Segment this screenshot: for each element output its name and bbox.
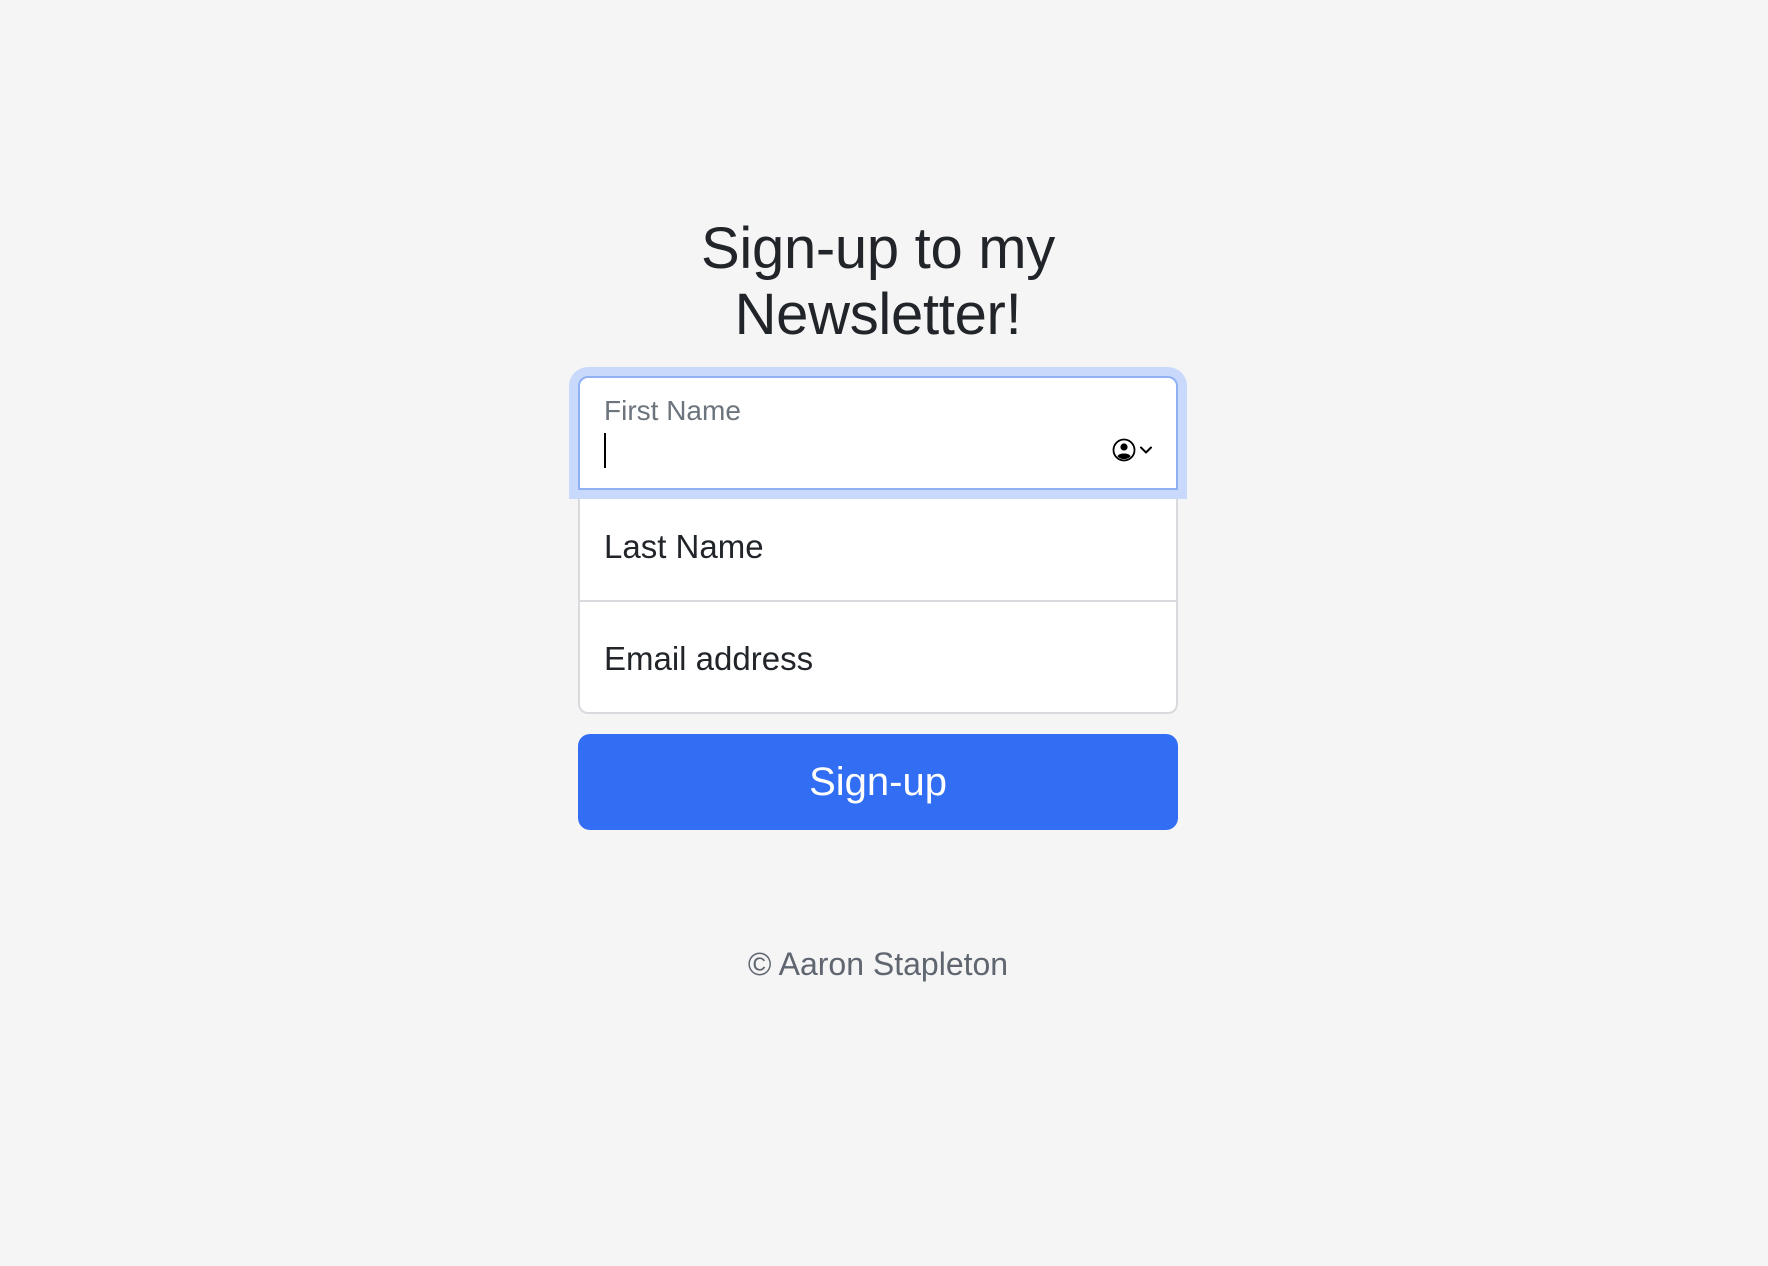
chevron-down-icon bbox=[1140, 446, 1152, 454]
autofill-contact-button[interactable] bbox=[1112, 436, 1154, 464]
page-title-line-1: Sign-up to my bbox=[701, 216, 1055, 281]
page-title: Sign-up to my Newsletter! bbox=[578, 216, 1178, 348]
user-circle-icon bbox=[1112, 438, 1136, 462]
email-placeholder: Email address bbox=[604, 640, 814, 677]
last-name-field[interactable]: Last Name bbox=[578, 488, 1178, 602]
last-name-placeholder: Last Name bbox=[604, 528, 764, 565]
email-field[interactable]: Email address bbox=[578, 600, 1178, 714]
text-cursor bbox=[604, 433, 606, 468]
signup-button[interactable]: Sign-up bbox=[578, 734, 1178, 830]
signup-form-fields: First Name Last Name Email address bbox=[578, 376, 1178, 714]
signup-form-container: Sign-up to my Newsletter! First Name Las… bbox=[578, 216, 1178, 830]
first-name-field[interactable]: First Name bbox=[578, 376, 1178, 490]
first-name-label: First Name bbox=[604, 395, 741, 426]
page-title-line-2: Newsletter! bbox=[734, 282, 1022, 347]
footer-copyright: © Aaron Stapleton bbox=[747, 946, 1009, 982]
